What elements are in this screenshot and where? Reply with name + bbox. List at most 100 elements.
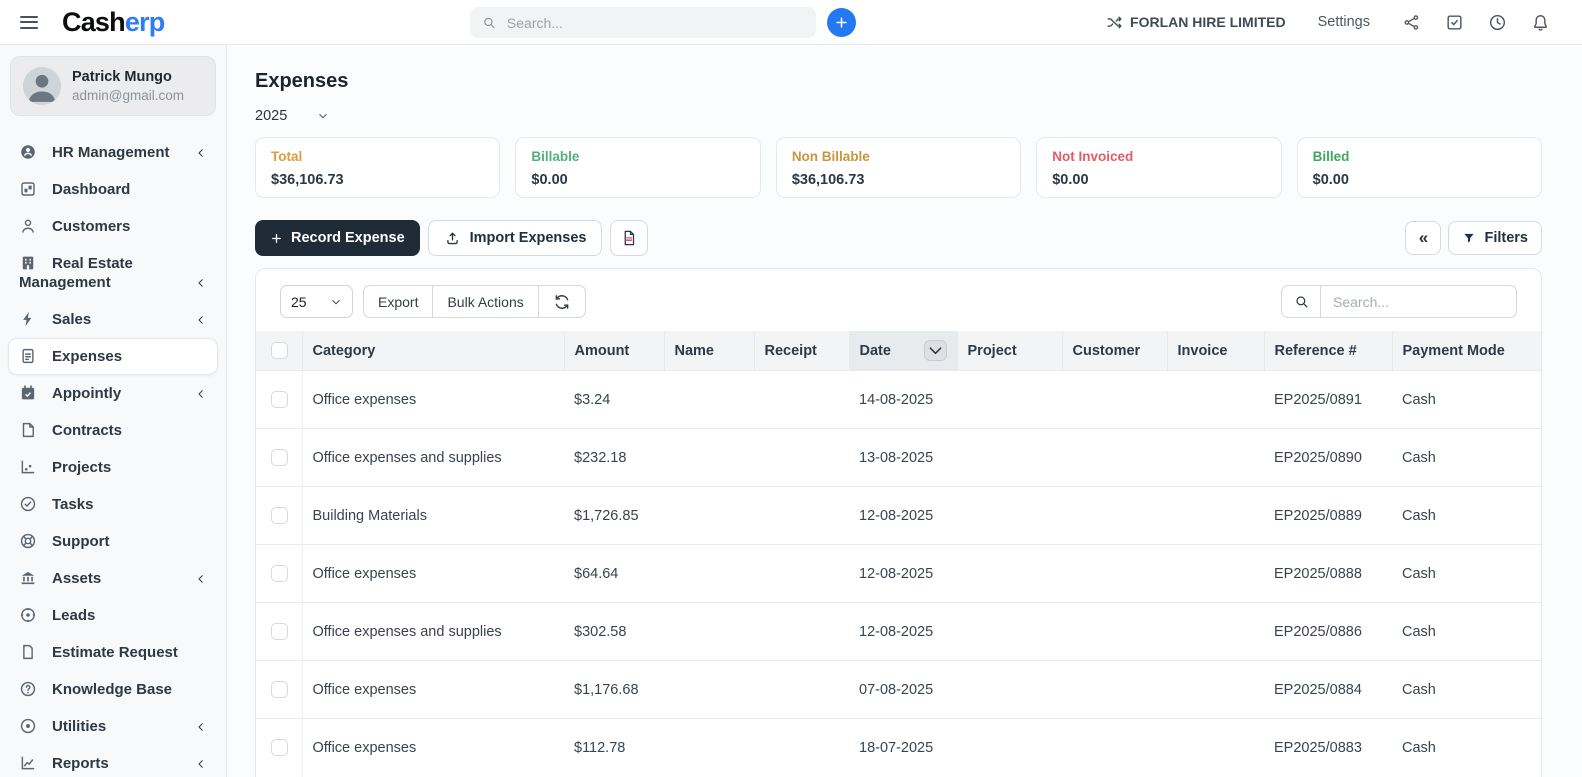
history-clock-icon[interactable]: [1488, 13, 1507, 32]
refresh-icon: [553, 293, 571, 311]
filters-button[interactable]: Filters: [1448, 221, 1542, 255]
chevron-left-icon: [195, 314, 207, 326]
sidebar-item-estimate-request[interactable]: Estimate Request: [8, 634, 218, 671]
column-header-invoice[interactable]: Invoice: [1167, 331, 1264, 371]
cell-name: [664, 429, 754, 487]
quick-add-button[interactable]: [827, 8, 856, 37]
filter-funnel-icon: [1462, 231, 1476, 245]
bolt-icon: [19, 310, 37, 328]
table-row[interactable]: Building Materials$1,726.8512-08-2025EP2…: [256, 487, 1541, 545]
chart-bars-icon: [19, 458, 37, 476]
table-row[interactable]: Office expenses$3.2414-08-2025EP2025/089…: [256, 371, 1541, 429]
search-icon: [1294, 294, 1309, 309]
refresh-button[interactable]: [538, 285, 586, 318]
cell-invoice: [1167, 719, 1264, 777]
bell-icon: [1531, 13, 1550, 32]
global-search-input[interactable]: [505, 14, 804, 32]
page-size-select[interactable]: 25: [280, 285, 353, 318]
row-checkbox[interactable]: [271, 565, 288, 582]
row-checkbox[interactable]: [271, 391, 288, 408]
date-sort-button[interactable]: [924, 340, 947, 361]
sidebar-item-contracts[interactable]: Contracts: [8, 412, 218, 449]
sidebar-item-knowledge-base[interactable]: Knowledge Base: [8, 671, 218, 708]
hamburger-menu-icon[interactable]: [20, 16, 38, 29]
avatar-person-icon: [23, 67, 61, 105]
column-header-date[interactable]: Date: [849, 331, 957, 371]
column-header-customer[interactable]: Customer: [1062, 331, 1167, 371]
table-search-button[interactable]: [1281, 285, 1321, 318]
record-expense-button[interactable]: Record Expense: [255, 220, 420, 256]
column-header-payment-mode[interactable]: Payment Mode: [1392, 331, 1541, 371]
share-icon[interactable]: [1402, 13, 1421, 32]
stat-label: Billable: [531, 149, 744, 164]
bulk-actions-button[interactable]: Bulk Actions: [432, 285, 538, 318]
bank-icon: [19, 569, 37, 587]
target-icon: [19, 606, 37, 624]
table-search-input[interactable]: [1320, 285, 1517, 318]
row-checkbox[interactable]: [271, 681, 288, 698]
column-header-amount[interactable]: Amount: [564, 331, 664, 371]
sidebar-item-leads[interactable]: Leads: [8, 597, 218, 634]
row-checkbox[interactable]: [271, 623, 288, 640]
cell-customer: [1062, 429, 1167, 487]
sidebar-item-sales[interactable]: Sales: [8, 301, 218, 338]
settings-link[interactable]: Settings: [1318, 14, 1370, 30]
sidebar-item-real-estate-management[interactable]: Real Estate Management: [8, 245, 218, 301]
user-profile-card[interactable]: Patrick Mungo admin@gmail.com: [10, 56, 216, 116]
logo-text-dark: Cash: [62, 7, 125, 37]
sidebar-item-utilities[interactable]: Utilities: [8, 708, 218, 745]
app-logo: Casherp: [62, 9, 164, 36]
cell-name: [664, 371, 754, 429]
clock-icon: [1488, 13, 1507, 32]
sidebar-item-appointly[interactable]: Appointly: [8, 375, 218, 412]
sidebar-item-support[interactable]: Support: [8, 523, 218, 560]
chevron-left-icon: [195, 147, 207, 159]
tasks-check-icon[interactable]: [1445, 13, 1464, 32]
building-icon: [19, 254, 37, 272]
notifications-bell-icon[interactable]: [1531, 13, 1550, 32]
company-switcher[interactable]: FORLAN HIRE LIMITED: [1106, 14, 1286, 31]
row-checkbox[interactable]: [271, 739, 288, 756]
sidebar-item-customers[interactable]: Customers: [8, 208, 218, 245]
table-row[interactable]: Office expenses and supplies$302.5812-08…: [256, 603, 1541, 661]
cell-reference: EP2025/0891: [1264, 371, 1392, 429]
sidebar-item-expenses[interactable]: Expenses: [8, 338, 218, 375]
sidebar-item-projects[interactable]: Projects: [8, 449, 218, 486]
row-select-cell: [256, 545, 302, 603]
collapse-stats-button[interactable]: «: [1405, 221, 1441, 255]
table-row[interactable]: Office expenses$64.6412-08-2025EP2025/08…: [256, 545, 1541, 603]
cell-project: [957, 603, 1062, 661]
sidebar-item-reports[interactable]: Reports: [8, 745, 218, 777]
sidebar-item-label: Knowledge Base: [52, 681, 172, 698]
export-button[interactable]: Export: [363, 285, 433, 318]
cell-customer: [1062, 661, 1167, 719]
select-all-checkbox[interactable]: [271, 342, 288, 359]
table-row[interactable]: Office expenses$112.7818-07-2025EP2025/0…: [256, 719, 1541, 777]
cell-date: 12-08-2025: [849, 487, 957, 545]
table-row[interactable]: Office expenses$1,176.6807-08-2025EP2025…: [256, 661, 1541, 719]
svg-text:PDF: PDF: [627, 237, 633, 241]
global-search: [470, 7, 816, 38]
import-expenses-button[interactable]: Import Expenses: [428, 220, 603, 256]
cell-category: Office expenses: [302, 371, 564, 429]
row-checkbox[interactable]: [271, 507, 288, 524]
sidebar-item-assets[interactable]: Assets: [8, 560, 218, 597]
column-header-name[interactable]: Name: [664, 331, 754, 371]
cell-amount: $232.18: [564, 429, 664, 487]
sidebar-item-dashboard[interactable]: Dashboard: [8, 171, 218, 208]
table-row[interactable]: Office expenses and supplies$232.1813-08…: [256, 429, 1541, 487]
year-select[interactable]: 2025: [255, 108, 329, 124]
cell-invoice: [1167, 487, 1264, 545]
chevron-left-icon: [195, 388, 207, 400]
export-pdf-button[interactable]: PDF: [610, 220, 648, 256]
column-header-category[interactable]: Category: [302, 331, 564, 371]
cell-receipt: [754, 603, 849, 661]
row-checkbox[interactable]: [271, 449, 288, 466]
cell-amount: $1,176.68: [564, 661, 664, 719]
search-icon: [482, 15, 496, 30]
column-header-reference[interactable]: Reference #: [1264, 331, 1392, 371]
sidebar-item-hr-management[interactable]: HR Management: [8, 134, 218, 171]
column-header-project[interactable]: Project: [957, 331, 1062, 371]
column-header-receipt[interactable]: Receipt: [754, 331, 849, 371]
sidebar-item-tasks[interactable]: Tasks: [8, 486, 218, 523]
